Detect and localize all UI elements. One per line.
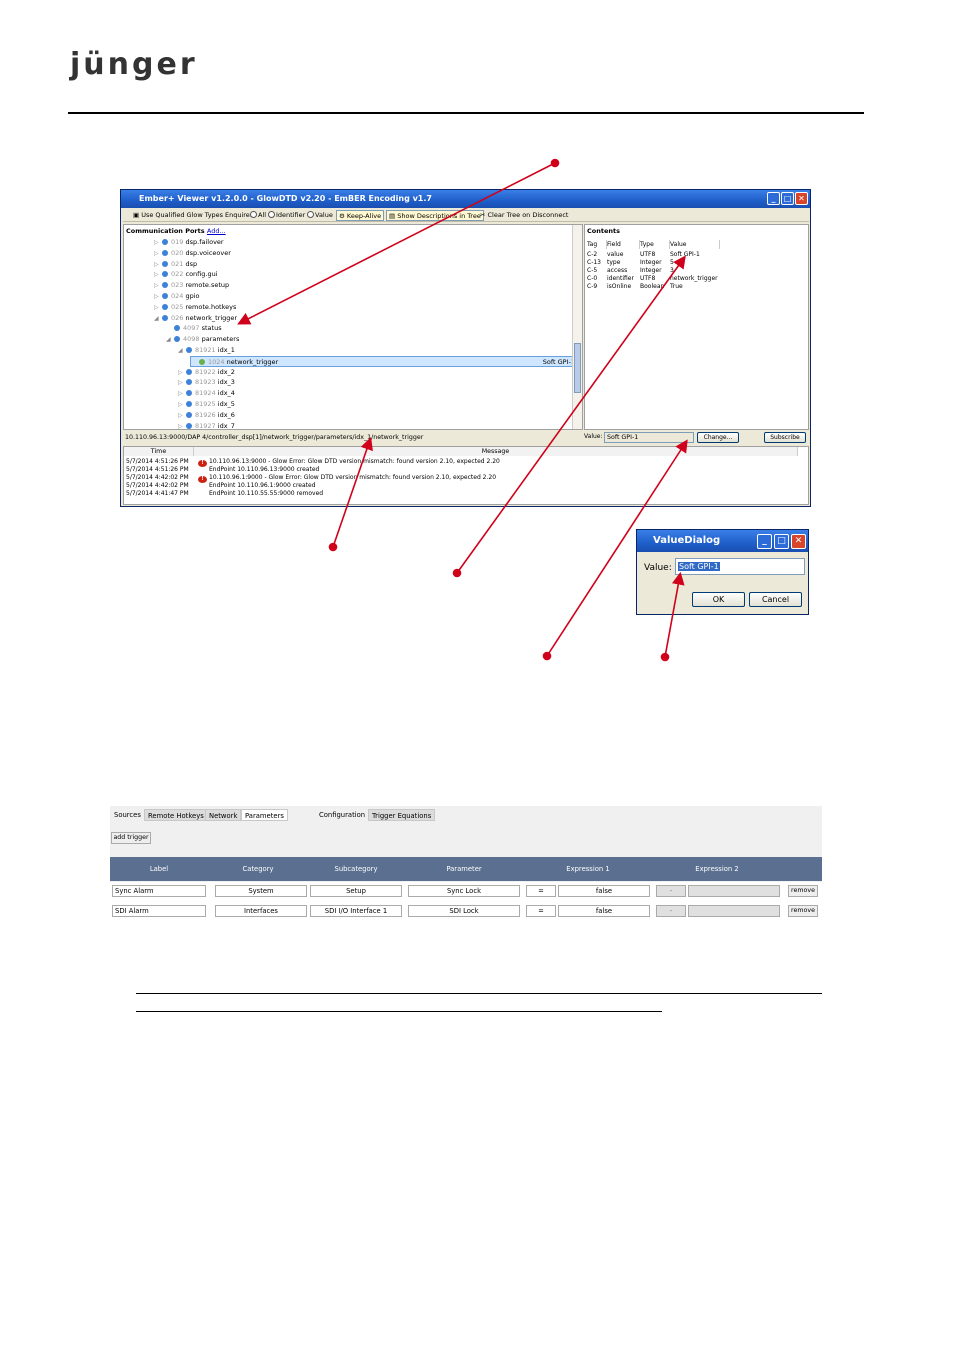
arrow-to-dialog-input <box>664 571 685 658</box>
arrow-to-path <box>332 436 373 548</box>
arrow-to-tree-node <box>237 162 556 325</box>
arrow-dot-1 <box>550 158 560 168</box>
arrow-dot-3 <box>452 568 462 578</box>
arrow-to-contents <box>456 255 686 574</box>
arrow-dot-2 <box>328 542 338 552</box>
annotation-arrows <box>237 158 688 662</box>
arrow-dot-5 <box>660 652 670 662</box>
arrow-to-value-field <box>546 439 688 657</box>
arrow-dot-4 <box>542 651 552 661</box>
